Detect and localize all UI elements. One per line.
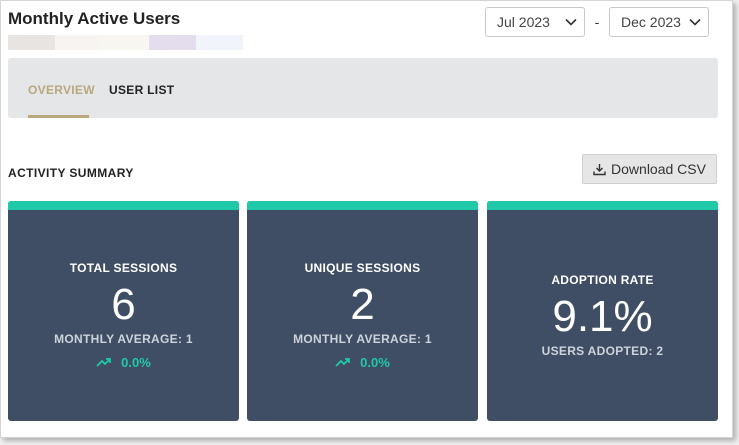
- active-tab-indicator: [28, 115, 89, 118]
- download-icon: [593, 163, 606, 175]
- card-label: UNIQUE SESSIONS: [304, 260, 421, 275]
- swatch: [196, 35, 243, 50]
- tabs-bar: OVERVIEW USER LIST: [8, 58, 718, 118]
- download-csv-label: Download CSV: [611, 161, 706, 177]
- card-subtext: USERS ADOPTED: 2: [541, 343, 664, 358]
- card-value: 2: [350, 279, 375, 329]
- page-title: Monthly Active Users: [8, 9, 181, 28]
- swatch: [8, 35, 55, 50]
- end-month-value: Dec 2023: [621, 14, 681, 30]
- stat-card-unique-sessions: UNIQUE SESSIONS 2 MONTHLY AVERAGE: 1 0.0…: [247, 201, 478, 421]
- start-month-select[interactable]: Jul 2023: [485, 7, 585, 37]
- trend-up-icon: [335, 358, 351, 367]
- swatch: [102, 35, 149, 50]
- swatch: [149, 35, 196, 50]
- card-subtext: MONTHLY AVERAGE: 1: [54, 331, 193, 346]
- start-month-value: Jul 2023: [497, 14, 550, 30]
- chevron-down-icon: [565, 18, 577, 26]
- stat-card-total-sessions: TOTAL SESSIONS 6 MONTHLY AVERAGE: 1 0.0%: [8, 201, 239, 421]
- app-window: Monthly Active Users Jul 2023 - Dec 2023…: [0, 0, 733, 438]
- section-heading: ACTIVITY SUMMARY: [8, 166, 134, 180]
- card-trend: 0.0%: [96, 355, 151, 370]
- trend-up-icon: [96, 358, 112, 367]
- tab-overview[interactable]: OVERVIEW: [28, 83, 95, 97]
- card-value: 6: [111, 279, 136, 329]
- color-swatches: [8, 35, 243, 50]
- trend-value: 0.0%: [121, 354, 151, 370]
- card-subtext: MONTHLY AVERAGE: 1: [293, 331, 432, 346]
- date-range-picker: Jul 2023 - Dec 2023: [485, 7, 709, 37]
- chevron-down-icon: [689, 18, 701, 26]
- tab-user-list[interactable]: USER LIST: [109, 83, 174, 97]
- range-separator: -: [594, 14, 600, 30]
- card-label: TOTAL SESSIONS: [69, 260, 178, 275]
- card-value: 9.1%: [552, 291, 653, 341]
- card-label: ADOPTION RATE: [551, 272, 654, 287]
- swatch: [55, 35, 102, 50]
- card-trend: 0.0%: [335, 355, 390, 370]
- end-month-select[interactable]: Dec 2023: [609, 7, 709, 37]
- stat-card-adoption-rate: ADOPTION RATE 9.1% USERS ADOPTED: 2: [487, 201, 718, 421]
- download-csv-button[interactable]: Download CSV: [582, 154, 717, 184]
- trend-value: 0.0%: [360, 354, 390, 370]
